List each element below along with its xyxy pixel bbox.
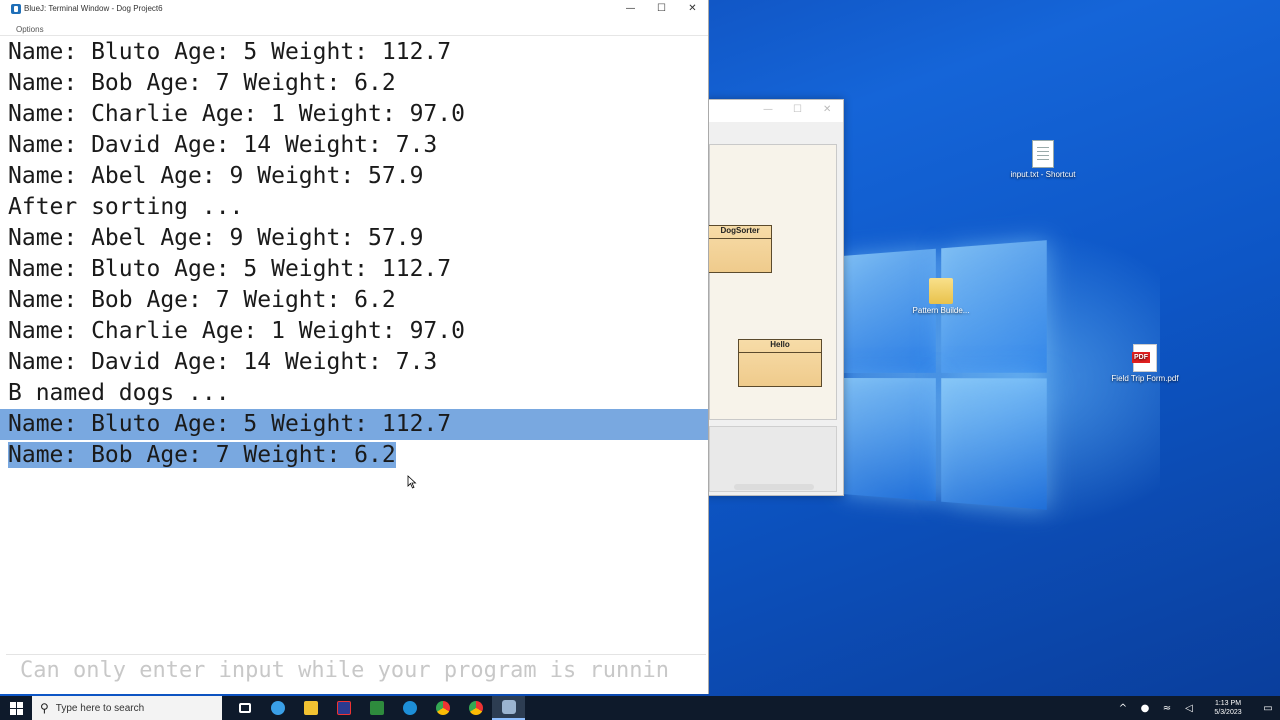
mouse-pointer-icon xyxy=(407,475,417,489)
horizontal-scrollbar[interactable] xyxy=(734,484,814,490)
output-line: B named dogs ... xyxy=(8,380,230,406)
file-explorer-icon xyxy=(303,701,318,715)
taskbar-app-explorer[interactable] xyxy=(294,696,327,720)
desktop-icon-label: Pattern Builde... xyxy=(912,306,970,315)
desktop-icon-label: Field Trip Form.pdf xyxy=(1111,374,1179,383)
task-view-icon xyxy=(238,703,251,713)
notification-icon[interactable]: ▭ xyxy=(1256,703,1280,714)
output-line: Name: Bluto Age: 5 Weight: 112.7 xyxy=(8,39,452,65)
object-bench[interactable] xyxy=(709,426,837,492)
class-box-hello[interactable]: Hello xyxy=(738,339,822,387)
output-line: Name: Bob Age: 7 Weight: 6.2 xyxy=(8,70,396,96)
desktop-icon-field-trip-pdf[interactable]: PDF Field Trip Form.pdf xyxy=(1110,344,1180,383)
text-file-shortcut-icon xyxy=(1032,140,1054,168)
output-line: Name: David Age: 14 Weight: 7.3 xyxy=(8,132,438,158)
output-line: Name: Bob Age: 7 Weight: 6.2 xyxy=(8,287,396,313)
windows-start-icon xyxy=(9,701,23,715)
search-icon: ⚲ xyxy=(40,701,49,715)
search-placeholder: Type here to search xyxy=(55,702,145,714)
app-icon xyxy=(369,701,384,715)
edge-icon xyxy=(402,701,417,715)
desktop-icon-input-shortcut[interactable]: input.txt - Shortcut xyxy=(1008,140,1078,179)
terminal-window[interactable]: BlueJ: Terminal Window - Dog Project6 — … xyxy=(0,0,709,694)
start-button[interactable] xyxy=(0,696,32,720)
taskbar-clock[interactable]: 1:13 PM 5/3/2023 xyxy=(1200,699,1256,717)
chrome-icon xyxy=(435,701,450,715)
class-name: DogSorter xyxy=(720,226,760,235)
terminal-input-field[interactable]: Can only enter input while your program … xyxy=(6,654,706,686)
close-button[interactable]: ✕ xyxy=(823,104,831,115)
taskbar-search-box[interactable]: ⚲ Type here to search xyxy=(32,696,222,720)
microphone-icon[interactable]: ● xyxy=(1134,703,1156,714)
output-line: Name: Charlie Age: 1 Weight: 97.0 xyxy=(8,101,465,127)
output-line: Name: Abel Age: 9 Weight: 57.9 xyxy=(8,225,424,251)
desktop-icon-label: input.txt - Shortcut xyxy=(1010,170,1076,179)
output-line: Name: David Age: 14 Weight: 7.3 xyxy=(8,349,438,375)
app-icon xyxy=(336,701,351,715)
bluej-titlebar[interactable]: — ☐ ✕ xyxy=(705,100,843,122)
terminal-output[interactable]: Name: Bluto Age: 5 Weight: 112.7 Name: B… xyxy=(0,37,708,471)
menu-options[interactable]: Options xyxy=(16,25,44,34)
close-button[interactable]: ✕ xyxy=(677,0,708,17)
taskbar-app-bluej[interactable] xyxy=(492,696,525,720)
output-line: After sorting ... xyxy=(8,194,244,220)
taskbar-app-chrome[interactable] xyxy=(426,696,459,720)
output-line: Name: Abel Age: 9 Weight: 57.9 xyxy=(8,163,424,189)
taskbar: ⚲ Type here to search ^ ● ≈ ◁ 1:13 PM 5/… xyxy=(0,696,1280,720)
selected-output-line: Name: Bluto Age: 5 Weight: 112.7 xyxy=(0,409,708,440)
bluej-app-icon xyxy=(11,3,21,14)
chrome-icon xyxy=(468,701,483,715)
window-title: BlueJ: Terminal Window - Dog Project6 xyxy=(24,4,163,13)
chevron-up-icon[interactable]: ^ xyxy=(1112,703,1134,714)
class-name: Hello xyxy=(770,340,790,349)
class-diagram-canvas[interactable]: DogSorter Hello xyxy=(708,144,837,420)
pdf-icon: PDF xyxy=(1132,344,1157,372)
minimize-button[interactable]: — xyxy=(763,104,773,115)
maximize-button[interactable]: ☐ xyxy=(793,104,802,115)
bluej-project-window[interactable]: — ☐ ✕ DogSorter Hello xyxy=(704,99,844,496)
taskbar-app-2[interactable] xyxy=(360,696,393,720)
taskbar-app-chrome-2[interactable] xyxy=(459,696,492,720)
output-line: Name: Bluto Age: 5 Weight: 112.7 xyxy=(8,256,452,282)
bluej-icon xyxy=(501,700,516,714)
task-view-button[interactable] xyxy=(228,696,261,720)
maximize-button[interactable]: ☐ xyxy=(646,0,677,17)
folder-icon xyxy=(929,278,953,304)
terminal-titlebar[interactable]: BlueJ: Terminal Window - Dog Project6 — … xyxy=(0,0,708,17)
taskbar-app-snip[interactable] xyxy=(261,696,294,720)
taskbar-app-edge[interactable] xyxy=(393,696,426,720)
output-line: Name: Charlie Age: 1 Weight: 97.0 xyxy=(8,318,465,344)
desktop-icon-pattern-builder[interactable]: Pattern Builde... xyxy=(906,278,976,315)
clock-time: 1:13 PM xyxy=(1214,700,1242,707)
volume-icon[interactable]: ◁ xyxy=(1178,703,1200,714)
system-tray: ^ ● ≈ ◁ 1:13 PM 5/3/2023 ▭ xyxy=(1112,696,1280,720)
selected-output-line: Name: Bob Age: 7 Weight: 6.2 xyxy=(8,442,396,468)
class-box-dogsorter[interactable]: DogSorter xyxy=(708,225,772,273)
network-icon[interactable]: ≈ xyxy=(1156,703,1178,714)
clock-date: 5/3/2023 xyxy=(1214,709,1242,716)
minimize-button[interactable]: — xyxy=(615,0,646,17)
taskbar-app-1[interactable] xyxy=(327,696,360,720)
terminal-menubar: Options xyxy=(0,17,708,36)
snipping-tool-icon xyxy=(270,701,285,715)
